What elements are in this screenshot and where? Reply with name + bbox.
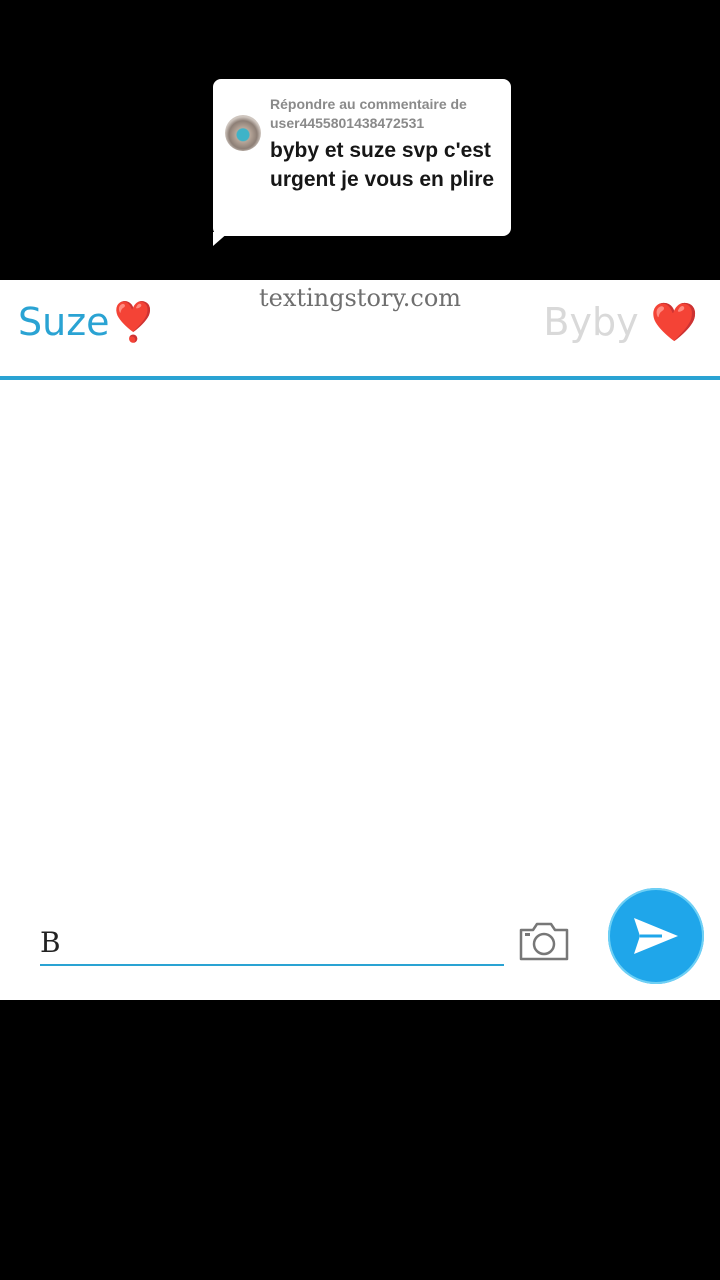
reply-header: Répondre au commentaire de user445580143… <box>270 95 500 133</box>
reply-header-label: Répondre au commentaire de <box>270 96 467 112</box>
chat-app: textingstory.com Suze❣️ Byby ❤️ <box>0 280 720 1000</box>
contact-tab-byby[interactable]: Byby ❤️ <box>543 300 698 345</box>
avatar <box>225 115 261 151</box>
bottom-black-area <box>0 1000 720 1280</box>
heart-exclamation-icon: ❣️ <box>109 300 157 344</box>
contact-name-right: Byby <box>543 300 639 344</box>
chat-header: textingstory.com Suze❣️ Byby ❤️ <box>0 280 720 380</box>
screen: Répondre au commentaire de user445580143… <box>0 0 720 1280</box>
reply-username: user4455801438472531 <box>270 115 425 131</box>
reply-comment-bubble: Répondre au commentaire de user445580143… <box>213 79 511 236</box>
heart-icon: ❤️ <box>650 300 698 344</box>
message-list[interactable] <box>0 380 720 880</box>
message-input[interactable] <box>40 920 504 966</box>
send-button[interactable] <box>608 888 704 984</box>
contact-name-left: Suze <box>18 300 110 344</box>
reply-bubble-tail <box>213 232 229 246</box>
send-icon <box>634 918 678 954</box>
contact-tab-suze[interactable]: Suze❣️ <box>18 300 157 345</box>
camera-icon[interactable] <box>518 920 570 962</box>
message-composer <box>0 880 720 1000</box>
reply-message: byby et suze svp c'est urgent je vous en… <box>270 139 495 191</box>
